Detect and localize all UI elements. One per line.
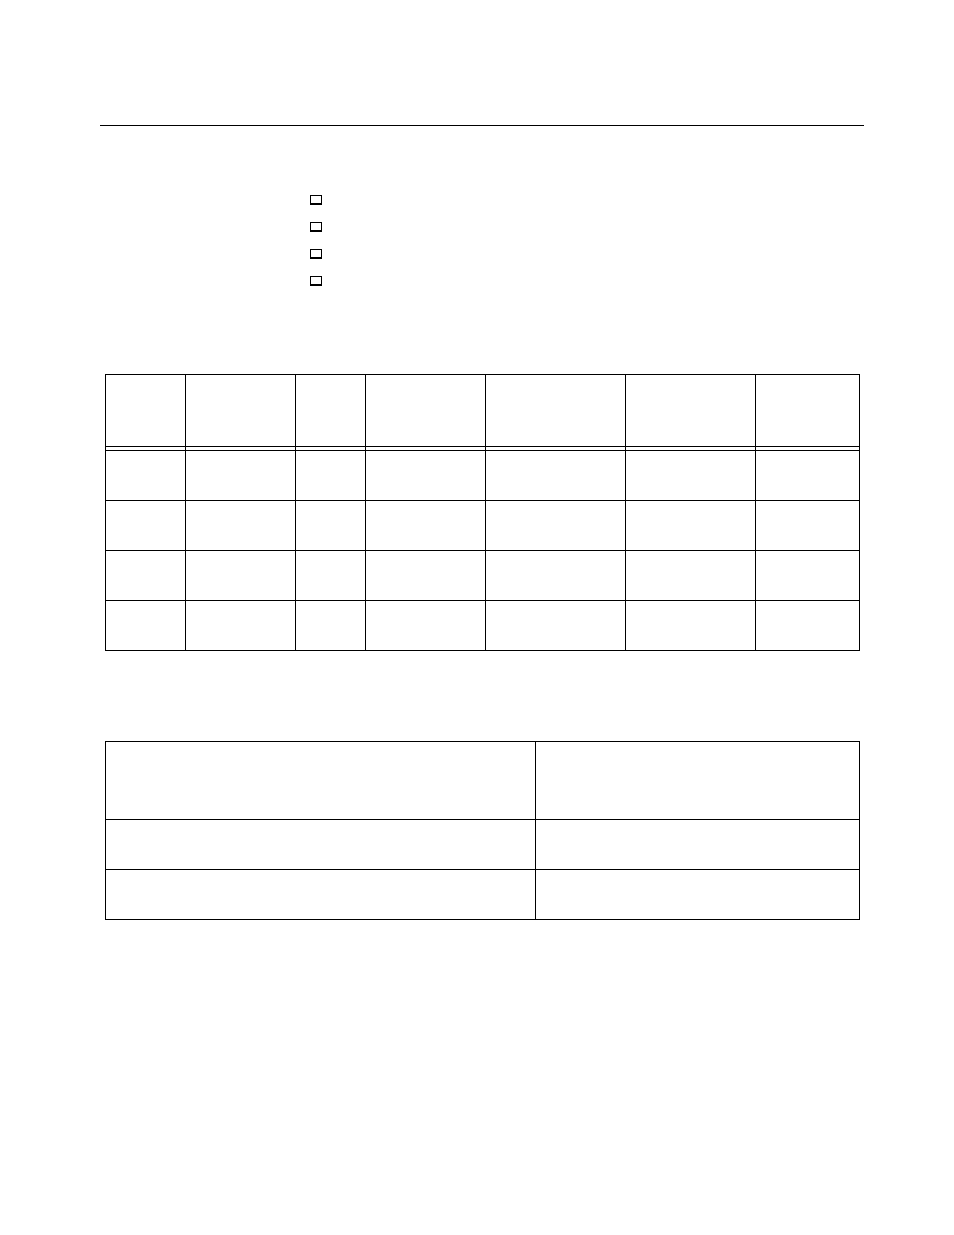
table-cell <box>105 451 185 501</box>
bullet-icon <box>310 195 322 205</box>
bullet-icon <box>310 249 322 259</box>
table-header-cell <box>625 375 755 447</box>
table-row <box>105 501 859 551</box>
table-header-cell <box>755 375 859 447</box>
bullet-icon <box>310 276 322 286</box>
table-cell <box>105 870 535 920</box>
table-header-cell <box>105 375 185 447</box>
table-row <box>105 870 859 920</box>
bullet-item <box>310 267 864 294</box>
bullet-icon <box>310 222 322 232</box>
bullet-item <box>310 186 864 213</box>
table-cell <box>185 451 295 501</box>
table-row <box>105 451 859 501</box>
table-cell <box>485 551 625 601</box>
table-header-cell <box>535 742 859 820</box>
table-1 <box>105 374 860 651</box>
table-cell <box>365 551 485 601</box>
table-cell <box>105 551 185 601</box>
table-cell <box>365 451 485 501</box>
table-cell <box>105 601 185 651</box>
table-cell <box>365 601 485 651</box>
page <box>0 0 954 1235</box>
table-cell <box>295 601 365 651</box>
table-cell <box>105 820 535 870</box>
table-cell <box>485 601 625 651</box>
table-cell <box>105 501 185 551</box>
bullet-item <box>310 213 864 240</box>
table-header-cell <box>295 375 365 447</box>
table-header-cell <box>485 375 625 447</box>
bullet-item <box>310 240 864 267</box>
table-cell <box>755 501 859 551</box>
table-row <box>105 601 859 651</box>
table-cell <box>295 501 365 551</box>
header-divider <box>100 95 864 126</box>
bullet-list <box>310 186 864 294</box>
table-row <box>105 820 859 870</box>
table-cell <box>485 451 625 501</box>
table-cell <box>365 501 485 551</box>
table-cell <box>755 451 859 501</box>
table-cell <box>295 451 365 501</box>
table-cell <box>755 601 859 651</box>
table-cell <box>625 551 755 601</box>
table-cell <box>755 551 859 601</box>
table-cell <box>485 501 625 551</box>
table-header-cell <box>185 375 295 447</box>
table-cell <box>295 551 365 601</box>
table-cell <box>625 601 755 651</box>
table-2 <box>105 741 860 920</box>
table-header-cell <box>105 742 535 820</box>
table-cell <box>185 551 295 601</box>
table-cell <box>625 451 755 501</box>
table-row <box>105 551 859 601</box>
table-cell <box>535 870 859 920</box>
table-cell <box>625 501 755 551</box>
table-header-row <box>105 375 859 447</box>
table-cell <box>185 601 295 651</box>
table-header-row <box>105 742 859 820</box>
table-cell <box>185 501 295 551</box>
table-cell <box>535 820 859 870</box>
table-header-cell <box>365 375 485 447</box>
